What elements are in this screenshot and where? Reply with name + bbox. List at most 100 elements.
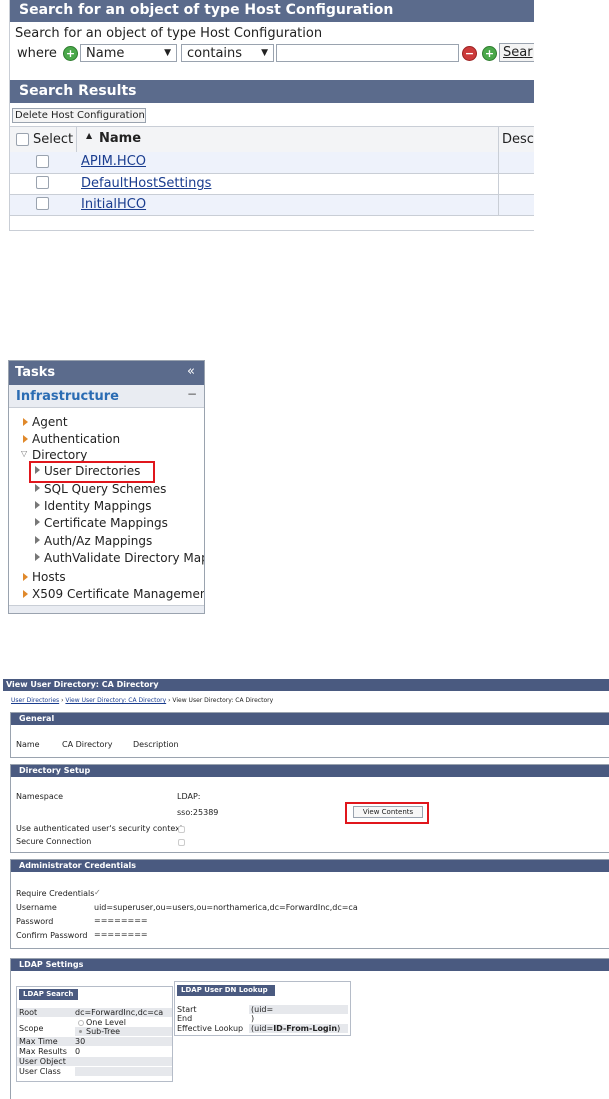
root-value: dc=ForwardInc,dc=ca: [75, 1008, 164, 1017]
scope-one-level-radio[interactable]: [78, 1020, 84, 1026]
expand-arrow-icon[interactable]: [35, 536, 40, 544]
next-section-header: [9, 605, 204, 613]
ldap-settings-section: LDAP Settings LDAP Search Root dc=Forwar…: [10, 958, 609, 1099]
description-label: Description: [133, 740, 179, 749]
host-config-link[interactable]: APIM.HCO: [81, 154, 146, 169]
search-results-header: Search Results: [10, 80, 534, 103]
scope-label: Scope: [19, 1024, 44, 1033]
collapse-section-icon[interactable]: −: [187, 387, 197, 401]
where-label: where: [17, 46, 57, 61]
view-panel-title: View User Directory: CA Directory: [3, 679, 609, 691]
effective-lookup-label: Effective Lookup: [177, 1024, 244, 1033]
search-subtitle: Search for an object of type Host Config…: [15, 26, 323, 41]
expand-arrow-icon[interactable]: [35, 501, 40, 509]
breadcrumb-link[interactable]: User Directories: [11, 697, 59, 704]
scope-one-level-label: One Level: [86, 1018, 126, 1027]
expand-arrow-icon[interactable]: [35, 518, 40, 526]
general-section: General Name CA Directory Description: [10, 712, 609, 758]
root-label: Root: [19, 1008, 38, 1017]
expand-arrow-icon[interactable]: [23, 435, 28, 443]
scope-sub-tree-label: Sub-Tree: [86, 1027, 121, 1036]
ldap-dn-lookup-group: LDAP User DN Lookup Start (uid= End ) Ef…: [174, 981, 351, 1036]
tree-item-authvalidate-mappings[interactable]: AuthValidate Directory Mappings: [44, 551, 204, 565]
row-checkbox[interactable]: [36, 176, 49, 189]
delete-host-config-button[interactable]: Delete Host Configuration: [12, 108, 146, 123]
column-divider: [498, 127, 499, 152]
operator-select-value: contains: [187, 46, 243, 61]
name-label: Name: [16, 740, 40, 749]
chevron-down-icon: ▼: [261, 48, 268, 58]
host-config-link[interactable]: InitialHCO: [81, 197, 146, 212]
max-time-label: Max Time: [19, 1037, 58, 1046]
search-button[interactable]: Sear: [499, 43, 534, 62]
infrastructure-section-header[interactable]: Infrastructure −: [9, 385, 204, 408]
host-config-search-panel: Search for an object of type Host Config…: [9, 0, 534, 231]
breadcrumb: User Directories › View User Directory: …: [11, 697, 273, 704]
breadcrumb-link[interactable]: View User Directory: CA Directory: [65, 697, 166, 704]
ldap-dn-lookup-title: LDAP User DN Lookup: [177, 985, 275, 996]
row-divider: [10, 215, 534, 216]
search-panel-header: Search for an object of type Host Config…: [10, 0, 534, 22]
table-row: DefaultHostSettings: [10, 174, 534, 194]
server-value: sso:25389: [177, 808, 219, 817]
expand-arrow-icon[interactable]: [23, 418, 28, 426]
name-column-header[interactable]: Name: [99, 131, 141, 146]
require-credentials-check-icon: ✓: [94, 888, 101, 897]
table-row: InitialHCO: [10, 195, 534, 215]
admin-credentials-header: Administrator Credentials: [11, 860, 609, 872]
remove-criteria-icon[interactable]: −: [462, 46, 477, 61]
results-table-header: Select ▲ Name Desc: [10, 126, 534, 153]
tree-item-sql-query-schemes[interactable]: SQL Query Schemes: [44, 482, 166, 496]
tree-item-identity-mappings[interactable]: Identity Mappings: [44, 499, 152, 513]
sort-ascending-icon[interactable]: ▲: [86, 131, 92, 140]
effective-bold: ID-From-Login: [273, 1024, 338, 1033]
expand-arrow-icon[interactable]: [23, 573, 28, 581]
operator-select[interactable]: contains ▼: [181, 44, 274, 62]
user-object-label: User Object: [19, 1057, 66, 1066]
expanded-arrow-icon[interactable]: ▽: [21, 449, 27, 458]
namespace-value: LDAP:: [177, 792, 201, 801]
select-all-checkbox[interactable]: [16, 133, 29, 146]
tree-item-authentication[interactable]: Authentication: [32, 432, 120, 446]
field-select[interactable]: Name ▼: [80, 44, 177, 62]
tasks-header: Tasks «: [9, 361, 204, 385]
scope-sub-tree-radio[interactable]: [79, 1030, 82, 1033]
add-criteria-icon[interactable]: +: [63, 46, 78, 61]
namespace-label: Namespace: [16, 792, 64, 801]
row-checkbox[interactable]: [36, 197, 49, 210]
password-value: ========: [94, 916, 148, 925]
collapse-panel-icon[interactable]: «: [187, 364, 195, 379]
search-value-input[interactable]: [276, 44, 459, 62]
expand-arrow-icon[interactable]: [35, 553, 40, 561]
tree-item-x509[interactable]: X509 Certificate Management: [32, 587, 204, 601]
column-divider: [498, 174, 499, 194]
highlight-box: [345, 802, 429, 824]
require-credentials-label: Require Credentials: [16, 889, 95, 898]
tree-item-hosts[interactable]: Hosts: [32, 570, 66, 584]
host-config-link[interactable]: DefaultHostSettings: [81, 176, 211, 191]
ldap-search-group: LDAP Search Root dc=ForwardInc,dc=ca Sco…: [16, 986, 173, 1082]
effective-lookup-value: (uid=ID-From-Login): [251, 1024, 340, 1033]
tree-item-agent[interactable]: Agent: [32, 415, 68, 429]
tree-item-authaz-mappings[interactable]: Auth/Az Mappings: [44, 534, 152, 548]
username-label: Username: [16, 903, 57, 912]
effective-suffix: ): [337, 1024, 341, 1033]
use-auth-checkbox[interactable]: [178, 826, 185, 833]
start-label: Start: [177, 1005, 197, 1014]
max-results-value: 0: [75, 1047, 81, 1056]
expand-arrow-icon[interactable]: [35, 484, 40, 492]
expand-arrow-icon[interactable]: [23, 590, 28, 598]
highlight-box: [29, 461, 155, 483]
breadcrumb-current: View User Directory: CA Directory: [172, 697, 274, 704]
admin-credentials-section: Administrator Credentials Require Creden…: [10, 859, 609, 949]
infrastructure-section-title[interactable]: Infrastructure: [16, 389, 119, 404]
add-criteria-icon[interactable]: +: [482, 46, 497, 61]
select-column-header: Select: [33, 132, 74, 147]
ldap-row-bg: [75, 1067, 172, 1076]
row-checkbox[interactable]: [36, 155, 49, 168]
password-label: Password: [16, 917, 54, 926]
confirm-password-value: ========: [94, 930, 148, 939]
tree-item-certificate-mappings[interactable]: Certificate Mappings: [44, 516, 168, 530]
tree-item-directory[interactable]: Directory: [32, 448, 87, 462]
secure-connection-checkbox[interactable]: [178, 839, 185, 846]
